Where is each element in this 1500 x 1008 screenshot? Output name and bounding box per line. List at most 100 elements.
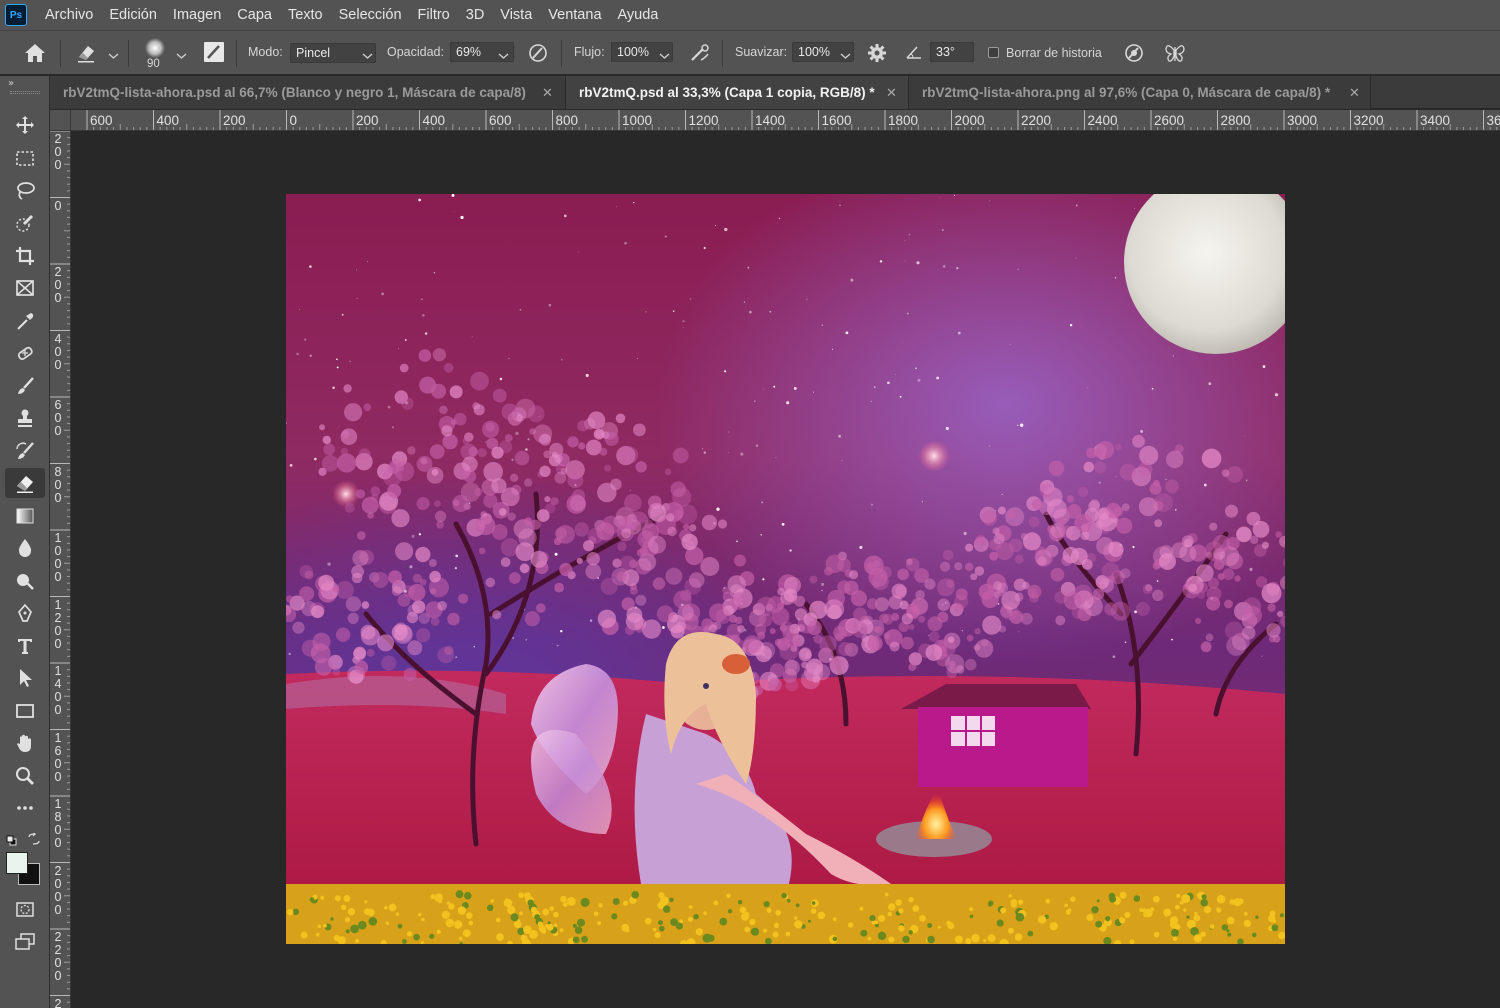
- menu-archivo[interactable]: Archivo: [37, 7, 101, 23]
- document-tab[interactable]: rbV2tmQ-lista-ahora.psd al 66,7% (Blanco…: [50, 76, 566, 109]
- document-tab-title: rbV2tmQ-lista-ahora.png al 97,6% (Capa 0…: [922, 85, 1331, 100]
- swap-colors-icon[interactable]: [27, 830, 41, 845]
- angle-field[interactable]: 33°: [930, 42, 974, 62]
- menu-imagen[interactable]: Imagen: [165, 7, 229, 23]
- chevron-down-icon[interactable]: [659, 52, 670, 60]
- brush-preview-icon[interactable]: [144, 37, 166, 59]
- brush-settings-icon[interactable]: [203, 41, 225, 63]
- menu-vista[interactable]: Vista: [492, 7, 540, 23]
- quick-mask-button[interactable]: [5, 894, 45, 924]
- erase-history-label: Borrar de historia: [1006, 46, 1102, 60]
- frame-icon: [16, 280, 34, 296]
- chevron-down-icon[interactable]: [176, 52, 187, 60]
- rectangle-tool[interactable]: [5, 696, 45, 726]
- document-tab-bar: rbV2tmQ-lista-ahora.psd al 66,7% (Blanco…: [50, 76, 1500, 109]
- menu-ventana[interactable]: Ventana: [540, 7, 609, 23]
- ruler-tick-label: 1000: [54, 531, 62, 584]
- panel-grip[interactable]: [10, 91, 40, 94]
- ruler-origin[interactable]: [50, 110, 71, 131]
- photoshop-logo[interactable]: Ps: [5, 4, 27, 26]
- menu-texto[interactable]: Texto: [280, 7, 331, 23]
- ruler-tick-label: 800: [54, 464, 62, 505]
- zoom-tool[interactable]: [5, 761, 45, 791]
- chevron-down-icon[interactable]: [498, 52, 509, 60]
- pen-tool[interactable]: [5, 598, 45, 628]
- symmetry-butterfly-icon[interactable]: [1163, 41, 1187, 65]
- history-brush-tool[interactable]: [5, 436, 45, 466]
- ruler-tick-label: 1200: [54, 597, 62, 651]
- document-tab[interactable]: rbV2tmQ-lista-ahora.png al 97,6% (Capa 0…: [909, 76, 1371, 109]
- clone-stamp-tool[interactable]: [5, 403, 45, 433]
- pressure-size-icon[interactable]: [1123, 42, 1145, 64]
- quick-mask-icon: [16, 902, 34, 917]
- ruler-tick-label: 3400: [1420, 113, 1451, 128]
- default-colors-icon[interactable]: [6, 831, 17, 846]
- blur-tool[interactable]: [5, 533, 45, 563]
- ruler-tick-label: 400: [156, 113, 180, 128]
- document-tab-active[interactable]: rbV2tmQ.psd al 33,3% (Capa 1 copia, RGB/…: [566, 76, 909, 109]
- gear-icon[interactable]: [866, 42, 888, 64]
- ruler-tick-label: 2000: [54, 863, 62, 917]
- quick-selection-tool[interactable]: [5, 208, 45, 238]
- type-tool[interactable]: [5, 631, 45, 661]
- smooth-label: Suavizar:: [735, 45, 788, 59]
- chevron-down-icon[interactable]: [840, 52, 851, 60]
- brush-tool[interactable]: [5, 371, 45, 401]
- zoom-icon: [16, 767, 34, 785]
- menu-bar: Ps Archivo Edición Imagen Capa Texto Sel…: [0, 0, 1500, 30]
- menu-capa[interactable]: Capa: [229, 7, 280, 23]
- foreground-color-swatch[interactable]: [6, 852, 28, 874]
- opacity-label: Opacidad:: [387, 45, 444, 59]
- dodge-tool[interactable]: [5, 566, 45, 596]
- gradient-tool[interactable]: [5, 501, 45, 531]
- menu-edicion[interactable]: Edición: [101, 7, 165, 23]
- horizontal-ruler[interactable]: 600 400 200 0 200 400 600 800 1000 1200 1400 1600 18…: [50, 110, 1500, 131]
- spot-healing-tool[interactable]: [5, 338, 45, 368]
- frame-tool[interactable]: [5, 273, 45, 303]
- close-icon[interactable]: ✕: [542, 85, 553, 101]
- erase-history-checkbox[interactable]: [988, 47, 999, 58]
- hand-tool[interactable]: [5, 728, 45, 758]
- menu-ayuda[interactable]: Ayuda: [610, 7, 667, 23]
- menu-seleccion[interactable]: Selección: [331, 7, 410, 23]
- document-canvas[interactable]: [286, 194, 1285, 944]
- blur-drop-icon: [18, 539, 32, 557]
- eraser-icon: [17, 476, 33, 493]
- pressure-opacity-icon[interactable]: [527, 42, 549, 64]
- close-icon[interactable]: ✕: [1349, 85, 1360, 101]
- ruler-tick-label: 600: [54, 398, 62, 438]
- more-tools[interactable]: [5, 793, 45, 823]
- ruler-tick-label: 1000: [622, 113, 653, 128]
- ruler-tick-label: 2800: [1220, 113, 1251, 128]
- ruler-tick-label: 1800: [54, 797, 62, 850]
- screen-mode-button[interactable]: [5, 927, 45, 957]
- eraser-preset-icon[interactable]: [75, 41, 99, 65]
- arrow-cursor-icon: [20, 669, 32, 687]
- flow-label: Flujo:: [574, 45, 605, 59]
- hand-icon: [17, 734, 31, 752]
- eraser-tool[interactable]: [5, 468, 45, 498]
- lasso-tool[interactable]: [5, 176, 45, 206]
- eyedropper-tool[interactable]: [5, 306, 45, 336]
- path-selection-tool[interactable]: [5, 663, 45, 693]
- rectangle-icon: [16, 704, 34, 718]
- crop-tool[interactable]: [5, 241, 45, 271]
- move-tool[interactable]: [5, 110, 45, 140]
- chevron-down-icon[interactable]: [362, 52, 373, 60]
- ruler-tick-label: 600: [489, 113, 512, 128]
- menu-filtro[interactable]: Filtro: [410, 7, 458, 23]
- menu-3d[interactable]: 3D: [458, 7, 493, 23]
- chevron-down-icon[interactable]: [108, 52, 119, 60]
- vertical-ruler[interactable]: 200 0 200 400 600 800 1000 1200 1400 1600 1800 2000…: [50, 131, 71, 1008]
- expand-panel-icon[interactable]: »: [8, 78, 14, 89]
- close-icon[interactable]: ✕: [886, 85, 897, 101]
- ruler-tick-label: 600: [90, 113, 113, 128]
- mode-value: Pincel: [296, 46, 331, 60]
- ruler-tick-label: 400: [422, 113, 446, 128]
- angle-value: 33°: [936, 45, 955, 59]
- marquee-tool[interactable]: [5, 143, 45, 173]
- airbrush-icon[interactable]: [689, 42, 711, 64]
- stamp-icon: [18, 409, 32, 427]
- home-icon[interactable]: [22, 41, 48, 65]
- ruler-tick-label: 3200: [1353, 113, 1384, 128]
